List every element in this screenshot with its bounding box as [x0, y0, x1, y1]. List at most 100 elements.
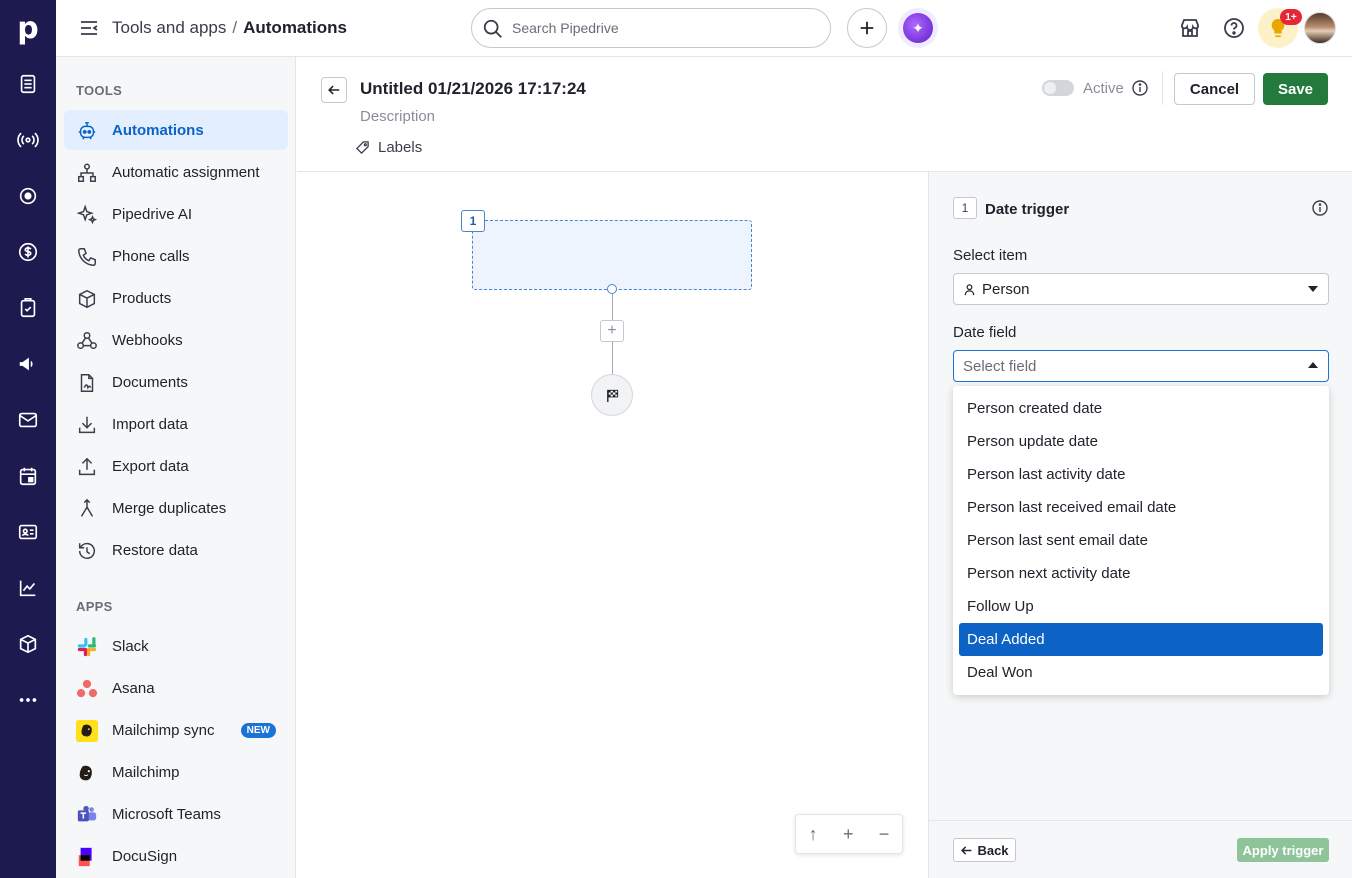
sidebar-item-label: Asana: [112, 680, 155, 697]
dropdown-option[interactable]: Person next activity date: [959, 557, 1323, 590]
campaigns-broadcast-icon[interactable]: [16, 128, 40, 152]
sidebar-item-automatic-assignment[interactable]: Automatic assignment: [64, 152, 288, 192]
sidebar-item-phone-calls[interactable]: Phone calls: [64, 236, 288, 276]
connector-dot[interactable]: [607, 284, 617, 294]
dropdown-option[interactable]: Person created date: [959, 392, 1323, 425]
cancel-button[interactable]: Cancel: [1174, 73, 1255, 105]
dropdown-option[interactable]: Person update date: [959, 425, 1323, 458]
breadcrumb-separator: /: [232, 18, 238, 37]
date-field-label: Date field: [953, 324, 1017, 341]
dropdown-option[interactable]: Follow Up: [959, 590, 1323, 623]
help-icon[interactable]: [1222, 16, 1246, 40]
collapse-menu-icon[interactable]: [78, 18, 100, 38]
sidebar-item-label: Mailchimp: [112, 764, 180, 781]
dropdown-option[interactable]: Person last sent email date: [959, 524, 1323, 557]
restore-icon: [76, 540, 98, 562]
search-input[interactable]: [512, 18, 812, 38]
sidebar-item-automations[interactable]: Automations: [64, 110, 288, 150]
products-icon[interactable]: [16, 632, 40, 656]
marketplace-icon[interactable]: [1178, 16, 1202, 40]
select-item-dropdown[interactable]: Person: [953, 273, 1329, 305]
insights-icon[interactable]: [16, 576, 40, 600]
breadcrumb-parent[interactable]: Tools and apps: [112, 18, 226, 37]
quick-add-button[interactable]: [847, 8, 887, 48]
webhook-icon: [76, 330, 98, 352]
automation-header: Untitled 01/21/2026 17:17:24 Description…: [297, 57, 1352, 172]
import-icon: [76, 414, 98, 436]
search-box[interactable]: [471, 8, 831, 48]
search-icon: [483, 19, 502, 38]
pipedrive-logo[interactable]: p: [0, 0, 56, 56]
zoom-out-button[interactable]: −: [879, 824, 890, 845]
back-button[interactable]: [321, 77, 347, 103]
mail-icon[interactable]: [16, 408, 40, 432]
info-icon[interactable]: [1131, 79, 1149, 97]
left-rail: p: [0, 0, 56, 878]
merge-icon: [76, 498, 98, 520]
person-icon: [964, 284, 975, 296]
trigger-settings-panel: 1 Date trigger Select item Person Date f…: [928, 172, 1352, 878]
plus-icon: [860, 21, 874, 35]
apps-section-title: APPS: [76, 599, 113, 614]
sidebar-item-asana[interactable]: Asana: [64, 668, 288, 708]
add-step-button[interactable]: +: [600, 320, 624, 342]
calendar-icon[interactable]: [16, 464, 40, 488]
contacts-icon[interactable]: [16, 520, 40, 544]
date-field-options: Person created date Person update date P…: [953, 386, 1329, 695]
sidebar-item-documents[interactable]: Documents: [64, 362, 288, 402]
sidebar-item-label: Microsoft Teams: [112, 806, 221, 823]
breadcrumb-current: Automations: [243, 18, 347, 37]
sidebar-item-docusign[interactable]: DocuSign: [64, 836, 288, 876]
slack-icon: [76, 636, 98, 658]
save-button[interactable]: Save: [1263, 73, 1328, 105]
dropdown-option[interactable]: Person last activity date: [959, 458, 1323, 491]
export-icon: [76, 456, 98, 478]
apply-trigger-button[interactable]: Apply trigger: [1237, 838, 1329, 862]
dropdown-option[interactable]: Deal Won: [959, 656, 1323, 689]
date-field-placeholder: Select field: [963, 358, 1037, 375]
user-avatar[interactable]: [1304, 12, 1336, 44]
trigger-placeholder-node[interactable]: [472, 220, 752, 290]
sidebar-item-import-data[interactable]: Import data: [64, 404, 288, 444]
automation-title[interactable]: Untitled 01/21/2026 17:17:24: [360, 79, 586, 99]
workflow-canvas[interactable]: 1 + ↑ + −: [297, 172, 928, 878]
recenter-button[interactable]: ↑: [809, 824, 818, 845]
sidebar-item-label: Export data: [112, 458, 189, 475]
sidebar-item-export-data[interactable]: Export data: [64, 446, 288, 486]
dropdown-option[interactable]: Person last received email date: [959, 491, 1323, 524]
sidebar-item-label: Mailchimp sync: [112, 722, 215, 739]
top-bar: Tools and apps / Automations ✦ 1+: [56, 0, 1352, 57]
phone-icon: [76, 246, 98, 268]
money-icon[interactable]: [16, 240, 40, 264]
active-toggle[interactable]: [1042, 80, 1074, 96]
megaphone-icon[interactable]: [16, 352, 40, 376]
divider: [1162, 71, 1163, 105]
description-field[interactable]: Description: [360, 108, 435, 125]
sidebar-item-microsoft-teams[interactable]: Microsoft Teams: [64, 794, 288, 834]
back-button[interactable]: Back: [953, 838, 1016, 862]
dropdown-option-highlighted[interactable]: Deal Added: [959, 623, 1323, 656]
labels-button[interactable]: Labels: [355, 139, 422, 156]
sidebar-item-mailchimp[interactable]: Mailchimp: [64, 752, 288, 792]
sidebar-item-restore-data[interactable]: Restore data: [64, 530, 288, 570]
notification-badge: 1+: [1280, 9, 1302, 25]
info-icon[interactable]: [1311, 199, 1329, 217]
sidebar-item-mailchimp-sync[interactable]: Mailchimp sync NEW: [64, 710, 288, 750]
deals-target-icon[interactable]: [16, 184, 40, 208]
sidebar-item-label: Restore data: [112, 542, 198, 559]
sidebar-item-merge-duplicates[interactable]: Merge duplicates: [64, 488, 288, 528]
activities-icon[interactable]: [16, 296, 40, 320]
leads-inbox-icon[interactable]: [16, 72, 40, 96]
sidebar-item-products[interactable]: Products: [64, 278, 288, 318]
active-label: Active: [1083, 80, 1124, 97]
sidebar-item-pipedrive-ai[interactable]: Pipedrive AI: [64, 194, 288, 234]
finish-flag-node: [591, 374, 633, 416]
date-field-dropdown[interactable]: Select field: [953, 350, 1329, 382]
zoom-in-button[interactable]: +: [843, 824, 854, 845]
sidebar-item-label: Automatic assignment: [112, 164, 260, 181]
ai-assistant-button[interactable]: ✦: [898, 8, 938, 48]
sidebar-item-webhooks[interactable]: Webhooks: [64, 320, 288, 360]
robot-icon: [76, 120, 98, 142]
more-icon[interactable]: [16, 688, 40, 712]
sidebar-item-slack[interactable]: Slack: [64, 626, 288, 666]
